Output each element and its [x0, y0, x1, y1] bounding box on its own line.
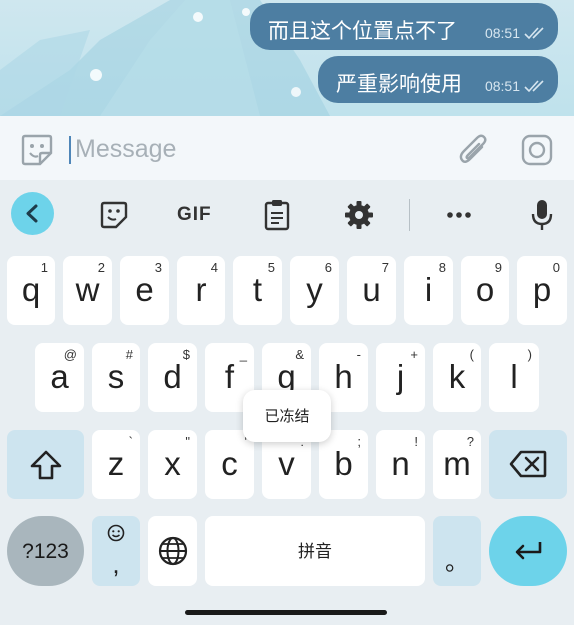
key-label: q	[21, 271, 41, 308]
space-key[interactable]: 拼音	[205, 516, 425, 586]
key-k[interactable]: (k	[433, 343, 481, 412]
key-o[interactable]: 9o	[461, 256, 509, 325]
gif-button[interactable]: GIF	[177, 204, 212, 226]
key-d[interactable]: $ d	[148, 343, 197, 412]
double-check-icon	[524, 27, 544, 40]
key-i[interactable]: 8i	[404, 256, 453, 325]
enter-key[interactable]	[489, 516, 567, 586]
microphone-icon[interactable]	[531, 199, 553, 231]
globe-icon	[158, 536, 188, 566]
sticker-icon[interactable]	[100, 201, 128, 229]
key-label: z	[107, 445, 125, 482]
key-n[interactable]: ! n	[376, 430, 425, 499]
key-e[interactable]: 3e	[120, 256, 169, 325]
clipboard-icon[interactable]	[264, 199, 290, 231]
key-label: b	[334, 445, 353, 482]
key-label: h	[334, 358, 353, 395]
key-label: o	[475, 271, 495, 308]
paperclip-icon[interactable]	[458, 133, 490, 169]
shift-key[interactable]	[7, 430, 84, 499]
enter-arrow-icon	[515, 542, 542, 560]
gear-icon[interactable]	[345, 201, 373, 229]
sticker-icon[interactable]	[20, 133, 54, 167]
double-check-icon	[524, 80, 544, 93]
key-label: m	[443, 445, 471, 482]
key-label: s	[107, 358, 125, 395]
key-z[interactable]: ` z	[92, 430, 140, 499]
camera-icon[interactable]	[521, 134, 553, 166]
message-bubble[interactable]: 严重影响使用 08:51	[318, 56, 558, 103]
key-label: u	[362, 271, 381, 308]
key-a[interactable]: @ a	[35, 343, 84, 412]
key-label: y	[306, 271, 323, 308]
key-label: f	[224, 358, 235, 395]
key-label: i	[424, 271, 433, 308]
key-label: w	[75, 271, 100, 308]
back-chevron-icon[interactable]	[11, 192, 54, 235]
backspace-key[interactable]	[489, 430, 567, 499]
key-label: t	[252, 271, 263, 308]
key-label: d	[163, 358, 182, 395]
key-x[interactable]: " x	[148, 430, 197, 499]
key-u[interactable]: 7u	[347, 256, 396, 325]
key-label: ?123	[22, 540, 69, 563]
emoji-comma-key[interactable]: ,	[92, 516, 140, 586]
key-t[interactable]: 5t	[233, 256, 282, 325]
toolbar-divider	[409, 199, 410, 231]
key-j[interactable]: + j	[376, 343, 425, 412]
message-input[interactable]: Message	[75, 135, 176, 164]
backspace-icon	[509, 450, 547, 478]
key-s[interactable]: # s	[92, 343, 140, 412]
period-key[interactable]: 。	[433, 516, 481, 586]
key-label: j	[396, 358, 405, 395]
key-r[interactable]: 4r	[177, 256, 225, 325]
message-bubble[interactable]: 而且这个位置点不了 08:51	[250, 3, 558, 50]
language-key[interactable]	[148, 516, 197, 586]
key-label: c	[221, 445, 238, 482]
text-caret	[69, 136, 71, 164]
key-b[interactable]: ; b	[319, 430, 368, 499]
key-label: 。	[445, 548, 469, 576]
message-time: 08:51	[484, 78, 520, 94]
key-label: p	[532, 271, 552, 308]
key-q[interactable]: 1q	[7, 256, 55, 325]
key-popup-tooltip: 已冻结	[243, 390, 331, 442]
key-label: x	[164, 445, 181, 482]
shift-arrow-icon	[30, 450, 62, 480]
message-input-bar: Message	[0, 116, 574, 180]
numbers-key[interactable]: ?123	[7, 516, 84, 586]
message-text: 而且这个位置点不了	[268, 19, 457, 43]
home-indicator[interactable]	[185, 610, 387, 615]
key-label: l	[510, 358, 518, 395]
key-label: 拼音	[298, 542, 332, 562]
key-y[interactable]: 6y	[290, 256, 339, 325]
emoji-icon	[107, 524, 125, 542]
chat-area: 而且这个位置点不了 08:51 严重影响使用 08:51	[0, 0, 574, 116]
key-m[interactable]: ? m	[433, 430, 481, 499]
key-label: n	[391, 445, 410, 482]
key-w[interactable]: 2w	[63, 256, 112, 325]
key-c[interactable]: ' c	[205, 430, 254, 499]
key-label: r	[195, 271, 207, 308]
message-time: 08:51	[484, 25, 520, 41]
key-label: ,	[112, 549, 120, 579]
key-label: v	[278, 445, 295, 482]
key-l[interactable]: ) l	[489, 343, 539, 412]
message-text: 严重影响使用	[336, 72, 462, 96]
more-dots-icon[interactable]	[447, 211, 471, 219]
key-p[interactable]: 0p	[517, 256, 567, 325]
key-label: k	[448, 358, 466, 395]
key-label: e	[135, 271, 154, 308]
key-label: a	[50, 358, 69, 395]
